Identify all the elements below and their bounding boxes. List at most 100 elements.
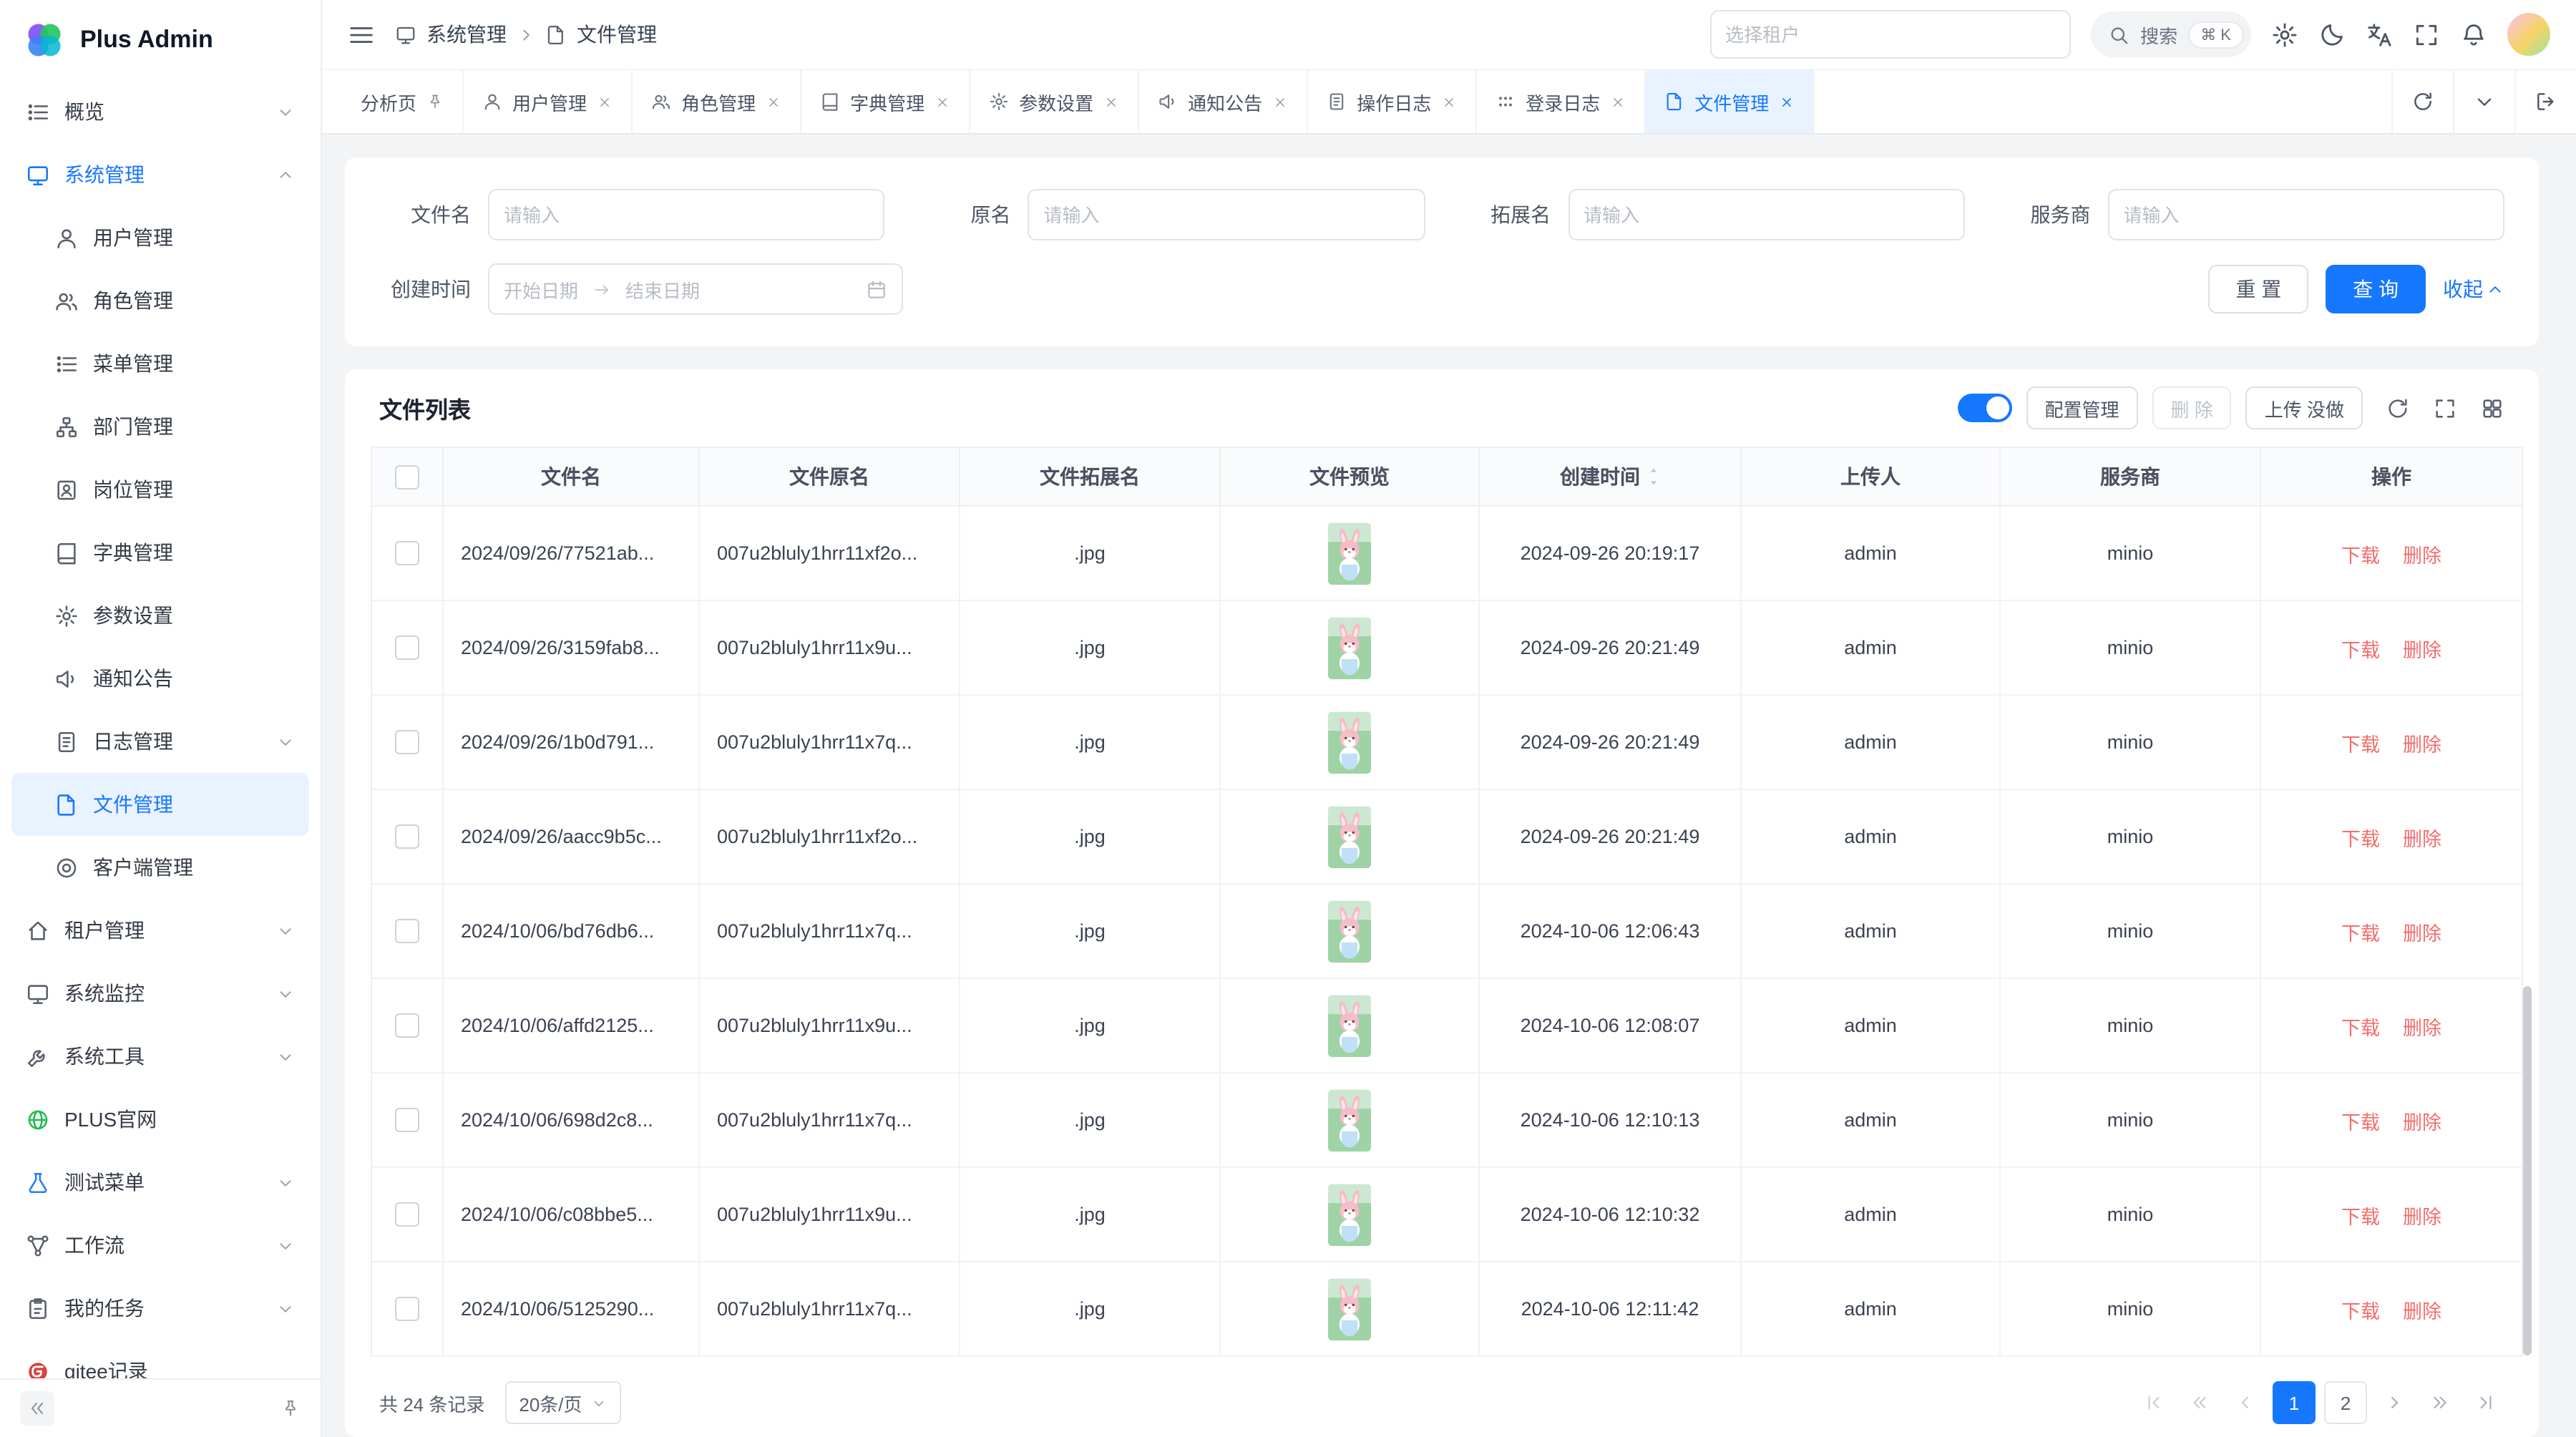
close-icon[interactable]	[1103, 94, 1119, 109]
last-page-button[interactable]	[2467, 1384, 2504, 1421]
sidebar-item-tenant-mgmt[interactable]: 租户管理	[11, 899, 309, 962]
origin-name-input[interactable]	[1028, 189, 1425, 240]
reset-button[interactable]: 重 置	[2208, 265, 2308, 313]
row-checkbox[interactable]	[395, 1202, 419, 1227]
tab-file-mgmt[interactable]: 文件管理	[1646, 70, 1815, 133]
tab-analysis[interactable]: 分析页	[342, 70, 464, 133]
refresh-tab-button[interactable]	[2391, 70, 2453, 133]
fullscreen-icon[interactable]	[2433, 396, 2457, 420]
refresh-icon[interactable]	[2386, 396, 2410, 420]
delete-link[interactable]: 删除	[2403, 1011, 2441, 1040]
sidebar-item-file-mgmt[interactable]: 文件管理	[11, 773, 309, 836]
file-preview-thumbnail[interactable]	[1328, 1183, 1371, 1246]
pin-sidebar-icon[interactable]	[280, 1398, 301, 1418]
global-search-button[interactable]: 搜索 ⌘ K	[2090, 11, 2251, 57]
row-checkbox[interactable]	[395, 1108, 419, 1132]
exit-content-fullscreen-button[interactable]	[2514, 70, 2576, 133]
tab-login-log[interactable]: 登录日志	[1477, 70, 1646, 133]
file-preview-thumbnail[interactable]	[1328, 711, 1371, 774]
file-preview-thumbnail[interactable]	[1328, 522, 1371, 585]
delete-link[interactable]: 删除	[2403, 1295, 2441, 1323]
tab-user-mgmt[interactable]: 用户管理	[464, 70, 633, 133]
close-icon[interactable]	[1779, 94, 1795, 109]
file-preview-thumbnail[interactable]	[1328, 1277, 1371, 1340]
row-checkbox[interactable]	[395, 919, 419, 943]
back-pages-button[interactable]	[2181, 1384, 2218, 1421]
file-name-input[interactable]	[488, 189, 885, 240]
search-button[interactable]: 查 询	[2326, 265, 2426, 313]
translate-icon[interactable]	[2366, 21, 2393, 48]
delete-link[interactable]: 删除	[2403, 728, 2441, 756]
sidebar-item-user-mgmt[interactable]: 用户管理	[11, 206, 309, 269]
download-link[interactable]: 下载	[2341, 633, 2380, 662]
page-number-button[interactable]: 1	[2273, 1381, 2316, 1424]
first-page-button[interactable]	[2135, 1384, 2172, 1421]
sidebar-item-param-settings[interactable]: 参数设置	[11, 584, 309, 647]
sidebar-item-notice[interactable]: 通知公告	[11, 647, 309, 710]
sidebar-item-system-mgmt[interactable]: 系统管理	[11, 143, 309, 206]
settings-gear-icon[interactable]	[2271, 21, 2298, 48]
delete-link[interactable]: 删除	[2403, 539, 2441, 568]
sidebar-item-workflow[interactable]: 工作流	[11, 1214, 309, 1277]
sidebar-item-overview[interactable]: 概览	[11, 80, 309, 143]
row-checkbox[interactable]	[395, 1013, 419, 1038]
close-icon[interactable]	[935, 94, 950, 109]
dark-mode-moon-icon[interactable]	[2318, 21, 2346, 48]
download-link[interactable]: 下载	[2341, 1106, 2380, 1134]
close-icon[interactable]	[1272, 94, 1288, 109]
page-size-select[interactable]: 20条/页	[504, 1381, 620, 1424]
file-preview-thumbnail[interactable]	[1328, 805, 1371, 868]
select-all-checkbox[interactable]	[395, 464, 419, 489]
download-link[interactable]: 下载	[2341, 1200, 2380, 1229]
sidebar-item-role-mgmt[interactable]: 角色管理	[11, 269, 309, 332]
tab-role-mgmt[interactable]: 角色管理	[633, 70, 801, 133]
delete-button[interactable]: 删 除	[2152, 386, 2232, 429]
fullscreen-icon[interactable]	[2413, 21, 2440, 48]
sidebar-item-post-mgmt[interactable]: 岗位管理	[11, 458, 309, 521]
app-logo-row[interactable]: Plus Admin	[0, 0, 321, 80]
table-scrollbar-thumb[interactable]	[2523, 986, 2532, 1355]
sidebar-item-system-monitor[interactable]: 系统监控	[11, 962, 309, 1025]
download-link[interactable]: 下载	[2341, 728, 2380, 756]
sidebar-item-plus-website[interactable]: PLUS官网	[11, 1088, 309, 1151]
hamburger-menu-icon[interactable]	[348, 21, 375, 48]
file-preview-thumbnail[interactable]	[1328, 616, 1371, 679]
row-checkbox[interactable]	[395, 541, 419, 565]
forward-pages-button[interactable]	[2421, 1384, 2459, 1421]
delete-link[interactable]: 删除	[2403, 917, 2441, 945]
sidebar-item-dict-mgmt[interactable]: 字典管理	[11, 521, 309, 584]
delete-link[interactable]: 删除	[2403, 1106, 2441, 1134]
tenant-select-input[interactable]	[1709, 10, 2070, 59]
row-checkbox[interactable]	[395, 824, 419, 849]
download-link[interactable]: 下载	[2341, 539, 2380, 568]
sidebar-item-system-tools[interactable]: 系统工具	[11, 1025, 309, 1088]
config-mgmt-button[interactable]: 配置管理	[2026, 386, 2137, 429]
pin-icon[interactable]	[426, 93, 444, 110]
page-number-button[interactable]: 2	[2324, 1381, 2367, 1424]
sort-control[interactable]	[1647, 467, 1660, 487]
delete-link[interactable]: 删除	[2403, 633, 2441, 662]
tab-op-log[interactable]: 操作日志	[1308, 70, 1477, 133]
delete-link[interactable]: 删除	[2403, 1200, 2441, 1229]
notification-bell-icon[interactable]	[2460, 21, 2487, 48]
download-link[interactable]: 下载	[2341, 917, 2380, 945]
download-link[interactable]: 下载	[2341, 1295, 2380, 1323]
prev-page-button[interactable]	[2227, 1384, 2264, 1421]
row-checkbox[interactable]	[395, 1297, 419, 1321]
extension-input[interactable]	[1568, 189, 1965, 240]
upload-button[interactable]: 上传 没做	[2246, 386, 2363, 429]
row-checkbox[interactable]	[395, 635, 419, 660]
next-page-button[interactable]	[2376, 1384, 2413, 1421]
sidebar-item-dept-mgmt[interactable]: 部门管理	[11, 395, 309, 458]
user-avatar[interactable]	[2507, 13, 2550, 56]
sidebar-item-client-mgmt[interactable]: 客户端管理	[11, 836, 309, 899]
file-preview-thumbnail[interactable]	[1328, 1088, 1371, 1151]
close-icon[interactable]	[766, 94, 781, 109]
sidebar-item-gitee-record[interactable]: gitee记录	[11, 1340, 309, 1378]
tab-dict-mgmt[interactable]: 字典管理	[801, 70, 970, 133]
collapse-filters-link[interactable]: 收起	[2443, 275, 2504, 303]
sidebar-collapse-button[interactable]	[20, 1391, 54, 1426]
tab-param-settings[interactable]: 参数设置	[970, 70, 1139, 133]
close-icon[interactable]	[1441, 94, 1457, 109]
sidebar-item-my-tasks[interactable]: 我的任务	[11, 1277, 309, 1340]
